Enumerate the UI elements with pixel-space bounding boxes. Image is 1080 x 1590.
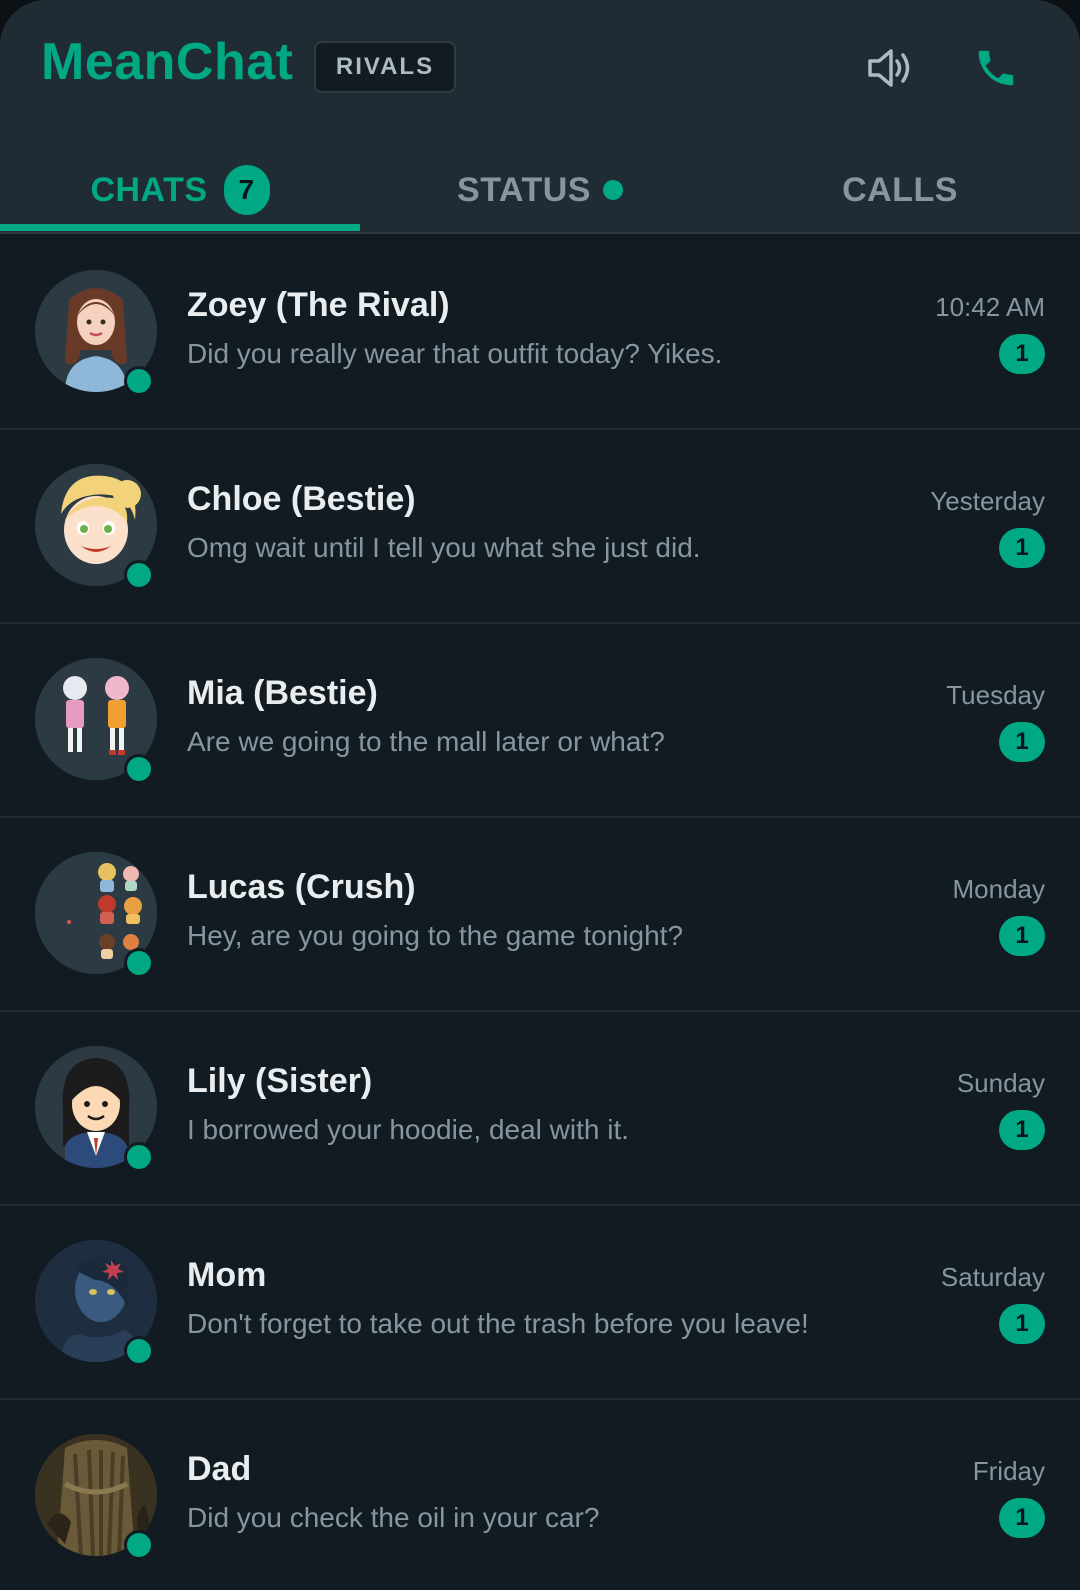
app-title: MeanChat [41, 33, 294, 91]
message-time: Yesterday [930, 486, 1045, 516]
message-preview: Don't forget to take out the trash befor… [187, 1308, 809, 1339]
tab-calls[interactable]: CALLS [720, 148, 1080, 232]
chat-row[interactable]: Lily (Sister) I borrowed your hoodie, de… [0, 1012, 1080, 1206]
message-time: Sunday [956, 1068, 1045, 1098]
message-preview: Did you check the oil in your car? [187, 1502, 600, 1533]
tab-chats[interactable]: CHATS 7 [0, 148, 360, 232]
message-preview: Did you really wear that outfit today? Y… [187, 338, 723, 369]
status-update-dot [602, 180, 623, 200]
message-time: Monday [952, 874, 1046, 904]
unread-badge: 1 [999, 722, 1045, 762]
chat-row[interactable]: Chloe (Bestie) Omg wait until I tell you… [0, 430, 1080, 624]
speaker-icon [868, 49, 910, 87]
chat-row[interactable]: Mia (Bestie) Are we going to the mall la… [0, 624, 1080, 818]
online-indicator [124, 1530, 154, 1560]
app-header: MeanChat RIVALS CHATS 7 STATUS CALLS [0, 0, 1080, 234]
app-window: MeanChat RIVALS CHATS 7 STATUS CALLS Zoe… [0, 0, 1080, 1590]
message-preview: Are we going to the mall later or what? [187, 726, 665, 757]
online-indicator [124, 1142, 154, 1172]
unread-badge: 1 [999, 1498, 1045, 1538]
contact-name: Dad [187, 1450, 252, 1488]
speaker-button[interactable] [862, 40, 918, 96]
unread-badge: 1 [999, 1304, 1045, 1344]
active-tab-indicator [0, 224, 360, 231]
contact-name: Zoey (The Rival) [187, 286, 450, 324]
unread-badge: 1 [999, 1110, 1045, 1150]
tab-status-label: STATUS [457, 170, 591, 209]
call-button[interactable] [968, 40, 1024, 96]
chat-row[interactable]: Lucas (Crush) Hey, are you going to the … [0, 818, 1080, 1012]
contact-name: Mom [187, 1256, 267, 1294]
message-preview: Hey, are you going to the game tonight? [187, 920, 684, 951]
tab-bar: CHATS 7 STATUS CALLS [0, 148, 1080, 232]
contact-name: Lily (Sister) [187, 1062, 373, 1100]
contact-name: Chloe (Bestie) [187, 480, 416, 518]
online-indicator [124, 560, 154, 590]
tab-status[interactable]: STATUS [360, 148, 720, 232]
phone-icon [978, 50, 1014, 86]
chat-row[interactable]: Dad Did you check the oil in your car? F… [0, 1400, 1080, 1590]
contact-name: Lucas (Crush) [187, 868, 416, 906]
message-time: 10:42 AM [935, 292, 1045, 322]
chat-row[interactable]: Mom Don't forget to take out the trash b… [0, 1206, 1080, 1400]
message-preview: I borrowed your hoodie, deal with it. [187, 1114, 630, 1145]
online-indicator [124, 1336, 154, 1366]
message-preview: Omg wait until I tell you what she just … [187, 532, 701, 563]
tab-chats-label: CHATS [90, 170, 208, 209]
message-time: Saturday [940, 1262, 1045, 1292]
tab-calls-label: CALLS [842, 170, 958, 209]
online-indicator [124, 366, 154, 396]
online-indicator [124, 948, 154, 978]
online-indicator [124, 754, 154, 784]
unread-badge: 1 [999, 916, 1045, 956]
rivals-tag[interactable]: RIVALS [314, 41, 456, 93]
chat-list: Zoey (The Rival) Did you really wear tha… [0, 236, 1080, 1590]
unread-badge: 1 [999, 528, 1045, 568]
unread-badge: 1 [999, 334, 1045, 374]
message-time: Friday [972, 1456, 1045, 1486]
chat-row[interactable]: Zoey (The Rival) Did you really wear tha… [0, 236, 1080, 430]
message-time: Tuesday [946, 680, 1045, 710]
chats-count-badge: 7 [223, 165, 270, 215]
contact-name: Mia (Bestie) [187, 674, 378, 712]
